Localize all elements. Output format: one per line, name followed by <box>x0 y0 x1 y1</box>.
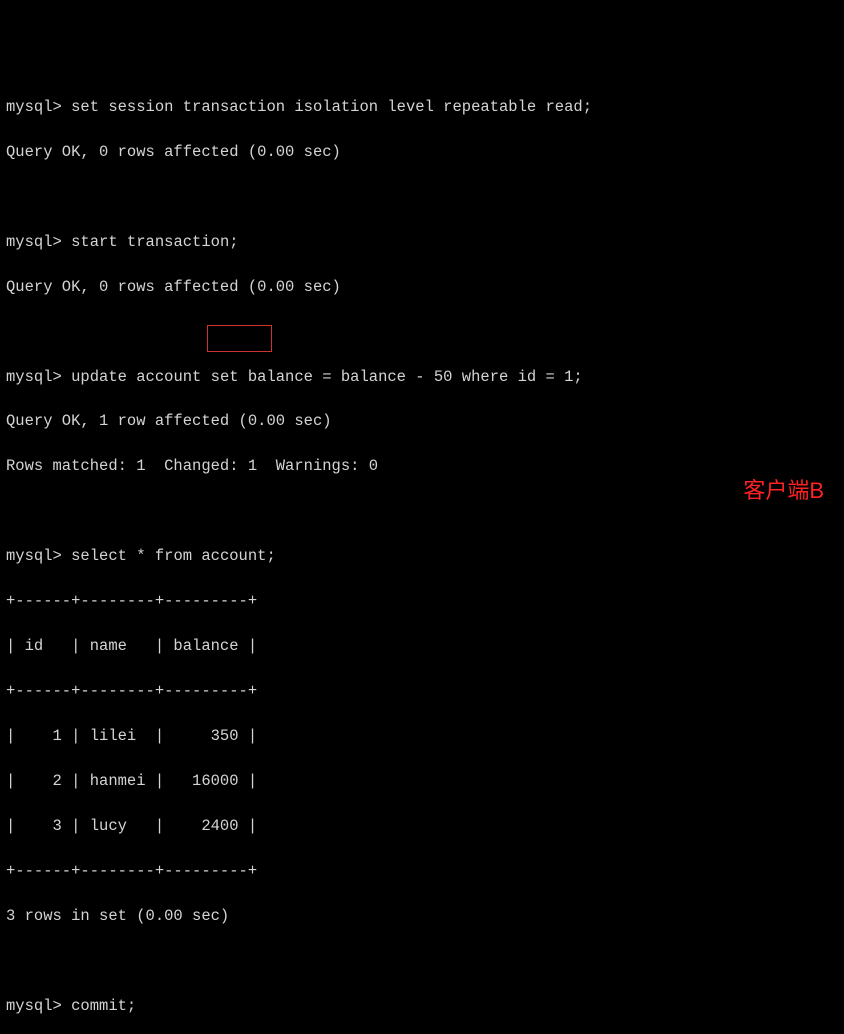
table-border-mid: +------+--------+---------+ <box>6 680 838 702</box>
cmd-set-isolation: mysql> set session transaction isolation… <box>6 96 838 118</box>
resp-update-0: Query OK, 1 row affected (0.00 sec) <box>6 410 838 432</box>
resp-start-transaction: Query OK, 0 rows affected (0.00 sec) <box>6 276 838 298</box>
table-border-top: +------+--------+---------+ <box>6 590 838 612</box>
prompt: mysql> <box>6 547 62 565</box>
prompt: mysql> <box>6 98 62 116</box>
resp-set-isolation: Query OK, 0 rows affected (0.00 sec) <box>6 141 838 163</box>
blank-line <box>6 186 838 208</box>
cmd-update: mysql> update account set balance = bala… <box>6 366 838 388</box>
cmd-start-transaction: mysql> start transaction; <box>6 231 838 253</box>
table-row: | 1 | lilei | 350 | <box>6 725 838 747</box>
table-header: | id | name | balance | <box>6 635 838 657</box>
table-row: | 3 | lucy | 2400 | <box>6 815 838 837</box>
prompt: mysql> <box>6 997 62 1015</box>
table-row: | 2 | hanmei | 16000 | <box>6 770 838 792</box>
prompt: mysql> <box>6 233 62 251</box>
cmd-select: mysql> select * from account; <box>6 545 838 567</box>
blank-line <box>6 500 838 522</box>
table-border-bot: +------+--------+---------+ <box>6 860 838 882</box>
blank-line <box>6 321 838 343</box>
table-footer: 3 rows in set (0.00 sec) <box>6 905 838 927</box>
resp-update-1: Rows matched: 1 Changed: 1 Warnings: 0 <box>6 455 838 477</box>
client-label: 客户端B <box>743 475 824 507</box>
blank-line <box>6 950 838 972</box>
cmd-commit: mysql> commit; <box>6 995 838 1017</box>
prompt: mysql> <box>6 368 62 386</box>
